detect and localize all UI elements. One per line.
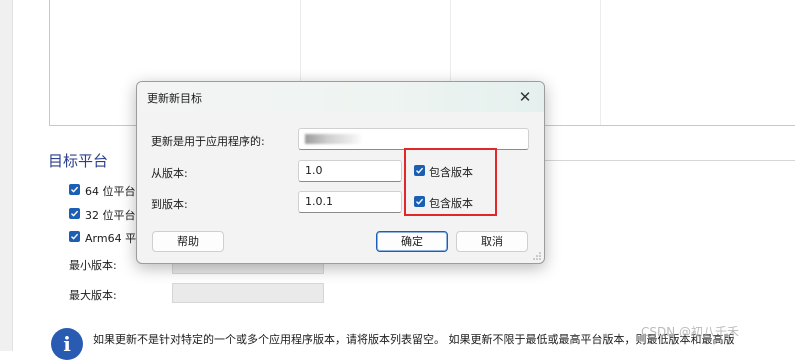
to-version-label: 到版本: xyxy=(151,198,188,211)
info-icon: i xyxy=(51,328,83,360)
check-icon xyxy=(71,210,79,217)
platform-64-label: 64 位平台 xyxy=(85,185,136,198)
check-icon xyxy=(71,233,79,240)
platform-64-checkbox[interactable] xyxy=(69,184,80,195)
to-version-input[interactable]: 1.0.1 xyxy=(298,191,402,213)
platform-arm64-checkbox[interactable] xyxy=(69,231,80,242)
window-left-edge xyxy=(0,0,13,351)
close-icon[interactable]: ✕ xyxy=(514,86,536,108)
min-version-label: 最小版本: xyxy=(69,259,117,272)
max-version-input[interactable] xyxy=(172,283,324,303)
application-label: 更新是用于应用程序的: xyxy=(151,135,265,148)
dialog-title-bar[interactable]: 更新新目标 ✕ xyxy=(137,82,544,112)
max-version-label: 最大版本: xyxy=(69,289,117,302)
platform-32-label: 32 位平台 xyxy=(85,209,136,222)
application-field[interactable] xyxy=(298,128,529,150)
from-version-input[interactable]: 1.0 xyxy=(298,160,402,182)
from-version-label: 从版本: xyxy=(151,167,188,180)
check-icon xyxy=(71,186,79,193)
cancel-button[interactable]: 取消 xyxy=(456,231,528,252)
info-text: 如果更新不是针对特定的一个或多个应用程序版本，请将版本列表留空。 如果更新不限于… xyxy=(93,333,735,346)
annotation-highlight-box xyxy=(404,148,497,216)
target-platform-title: 目标平台 xyxy=(48,152,109,170)
watermark: CSDN @初八千禾 xyxy=(641,325,740,339)
ok-button[interactable]: 确定 xyxy=(376,231,448,252)
resize-grip-icon[interactable] xyxy=(533,252,541,260)
platform-32-checkbox[interactable] xyxy=(69,208,80,219)
dialog-title: 更新新目标 xyxy=(147,92,202,105)
help-button[interactable]: 帮助 xyxy=(152,231,224,252)
grid-line xyxy=(600,0,601,125)
redacted-application-name xyxy=(305,134,363,144)
